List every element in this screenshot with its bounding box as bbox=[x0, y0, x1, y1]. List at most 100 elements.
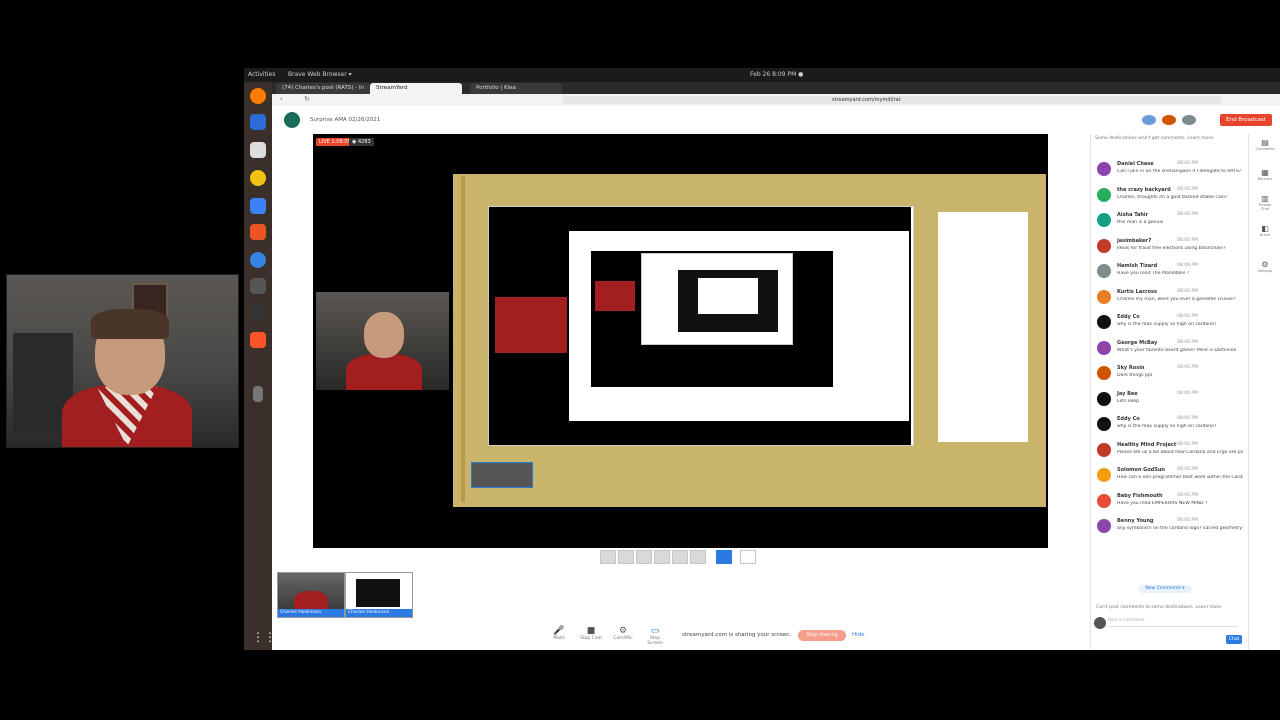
chat-message: Baby Fishmouth 08:06 PM Have you read EMPE… bbox=[1095, 492, 1245, 516]
new-comments-button[interactable]: New Comments ▾ bbox=[1138, 585, 1192, 593]
chat-message: Sky Rosin 08:06 PM Dark things ppl bbox=[1095, 364, 1245, 388]
message-author: Healthy Mind Project bbox=[1117, 441, 1177, 448]
message-text: Lets keep bbox=[1117, 398, 1140, 404]
destination-avatar[interactable] bbox=[1182, 115, 1196, 125]
cam-mic-settings-button[interactable]: ⚙ Cam/Mic bbox=[610, 626, 636, 646]
firefox-icon[interactable] bbox=[250, 88, 266, 104]
message-time: 08:06 PM bbox=[1177, 237, 1198, 243]
chat-message: Aisha Tahir 08:06 PM this man is a genius bbox=[1095, 211, 1245, 235]
message-time: 08:06 PM bbox=[1177, 441, 1198, 447]
usb-drive-icon[interactable] bbox=[253, 386, 263, 402]
layout-cropped-button[interactable] bbox=[636, 550, 652, 564]
tab-portfolio[interactable]: Portfolio | Klea bbox=[470, 83, 562, 94]
layout-thin-button[interactable] bbox=[654, 550, 670, 564]
screen-share bbox=[453, 174, 1046, 507]
destination-avatar[interactable] bbox=[1142, 115, 1156, 125]
app-menu[interactable]: Brave Web Browser ▾ bbox=[288, 71, 352, 78]
thumb-label: Charles Hoskinson bbox=[278, 609, 344, 617]
mute-button[interactable]: 🎤 Mute bbox=[546, 626, 572, 646]
source-thumb-screen[interactable]: Charles Hoskinson bbox=[345, 572, 413, 618]
chat-send-button[interactable]: Chat bbox=[1226, 635, 1242, 644]
stop-sharing-button[interactable]: Stop sharing bbox=[798, 630, 846, 641]
broadcast-title[interactable]: Surprise AMA 02/26/2021 bbox=[310, 117, 380, 123]
activities-button[interactable]: Activities bbox=[248, 71, 275, 78]
chat-message: Kurtis Lacross 08:06 PM Charles my man, we… bbox=[1095, 288, 1245, 312]
sidebar-brand[interactable]: ◧ Brand bbox=[1255, 224, 1275, 246]
sidebar-settings[interactable]: ⚙ Settings bbox=[1255, 260, 1275, 282]
chat-message: jasimbaker7 08:06 PM Ideas for fraud free … bbox=[1095, 237, 1245, 261]
clock[interactable]: Feb 26 8:09 PM ● bbox=[750, 71, 803, 78]
avatar bbox=[1097, 366, 1111, 380]
sidebar-comments[interactable]: ▤ Comments bbox=[1255, 138, 1275, 160]
gear-icon: ⚙ bbox=[618, 626, 628, 636]
chat-message: Hamish Tizard 08:06 PM Have you read The M… bbox=[1095, 262, 1245, 286]
hide-button[interactable]: Hide bbox=[852, 632, 865, 638]
message-time: 08:06 PM bbox=[1177, 161, 1198, 166]
reload-icon[interactable]: ↻ bbox=[304, 95, 310, 103]
chat-message: Jay Bee 08:06 PM Lets keep bbox=[1095, 390, 1245, 414]
chat-notice: Some destinations won't get comments. Le… bbox=[1095, 136, 1215, 141]
chat-message: George McBay 08:06 PM What's your favorite… bbox=[1095, 339, 1245, 363]
message-time: 08:06 PM bbox=[1177, 467, 1198, 472]
files-icon[interactable] bbox=[250, 142, 266, 158]
music-icon[interactable] bbox=[250, 170, 266, 186]
document-icon[interactable] bbox=[250, 198, 266, 214]
avatar bbox=[1097, 289, 1111, 304]
thumb-label: Charles Hoskinson bbox=[346, 609, 412, 617]
studio-sidebar: ▤ Comments ▦ Banners ▥ Private Chat ◧ Brand … bbox=[1248, 134, 1280, 650]
back-icon[interactable]: ‹ bbox=[280, 95, 283, 103]
slack-icon[interactable] bbox=[250, 278, 266, 294]
stop-cam-button[interactable]: ■ Stop Cam bbox=[578, 626, 604, 646]
end-broadcast-button[interactable]: End Broadcast bbox=[1220, 114, 1272, 126]
system-topbar: Activities Brave Web Browser ▾ Feb 26 8:… bbox=[244, 68, 1280, 82]
mail-icon[interactable] bbox=[250, 114, 266, 130]
layout-pip-button[interactable] bbox=[690, 550, 706, 564]
layout-screen-button[interactable] bbox=[716, 550, 732, 564]
source-thumb-camera[interactable]: Charles Hoskinson bbox=[277, 572, 345, 618]
studio-controls: 🎤 Mute ■ Stop Cam ⚙ Cam/Mic ▭ Stop Screen st… bbox=[540, 626, 870, 648]
destination-avatar[interactable] bbox=[1162, 115, 1176, 125]
brave-icon[interactable] bbox=[250, 332, 266, 348]
help-icon[interactable] bbox=[250, 252, 266, 268]
screen-icon: ▭ bbox=[650, 626, 660, 636]
layout-fullscreen-button[interactable] bbox=[740, 550, 756, 564]
app-dock: ⋮⋮ bbox=[244, 82, 276, 650]
message-text: Please tell us a bit about how Cardano a… bbox=[1117, 449, 1243, 455]
chat-message: Solomon GodSun 08:06 PM How can a non-prog… bbox=[1095, 466, 1245, 490]
chat-notice-bottom: Can't post comments to some destinations… bbox=[1096, 605, 1222, 610]
layout-solo-button[interactable] bbox=[600, 550, 616, 564]
tab-streamyard[interactable]: StreamYard bbox=[370, 83, 462, 94]
message-time: 08:06 PM bbox=[1177, 339, 1198, 345]
microphone-icon: 🎤 bbox=[553, 626, 565, 636]
message-text: Charles, thoughts on a gold backed stabl… bbox=[1117, 194, 1228, 200]
avatar bbox=[1097, 264, 1111, 278]
browser-tabbar: (74) Charles's pool (RATS) - In StreamYa… bbox=[272, 82, 1280, 94]
message-text: Have you read EMPERORS NEW MIND ? bbox=[1117, 500, 1208, 506]
sidebar-banners[interactable]: ▦ Banners bbox=[1255, 168, 1275, 190]
message-text: Have you read The Mandibles ? bbox=[1117, 271, 1190, 276]
layout-group-button[interactable] bbox=[618, 550, 634, 564]
message-author: Daniel Chase bbox=[1117, 161, 1154, 167]
terminal-icon[interactable] bbox=[250, 304, 266, 320]
comments-icon: ▤ bbox=[1261, 138, 1269, 147]
avatar bbox=[1097, 340, 1111, 355]
message-text: What's your favorite board game? Mine is… bbox=[1117, 347, 1237, 353]
avatar bbox=[1097, 468, 1111, 482]
message-time: 08:06 PM bbox=[1177, 492, 1198, 498]
sidebar-private-chat[interactable]: ▥ Private Chat bbox=[1255, 194, 1275, 216]
chat-message: Healthy Mind Project 08:06 PM Please tell … bbox=[1095, 441, 1245, 465]
streamyard-header: Surprise AMA 02/26/2021 End Broadcast bbox=[272, 106, 1280, 135]
message-time: 08:06 PM bbox=[1177, 416, 1198, 421]
banners-icon: ▦ bbox=[1261, 168, 1269, 177]
message-author: jasimbaker7 bbox=[1117, 237, 1152, 244]
tab-pool[interactable]: (74) Charles's pool (RATS) - In bbox=[276, 83, 371, 94]
stop-screen-button[interactable]: ▭ Stop Screen bbox=[642, 626, 668, 646]
message-author: Benny Young bbox=[1117, 518, 1154, 524]
url-input[interactable]: streamyard.com/mymdl/rat bbox=[562, 96, 1222, 104]
avatar bbox=[1097, 417, 1111, 431]
viewer-count: ◉ 4283 bbox=[349, 138, 374, 146]
comment-input[interactable]: Post a comment bbox=[1108, 616, 1238, 627]
layout-large-button[interactable] bbox=[672, 550, 688, 564]
message-author: Sky Rosin bbox=[1117, 365, 1145, 371]
software-icon[interactable] bbox=[250, 224, 266, 240]
